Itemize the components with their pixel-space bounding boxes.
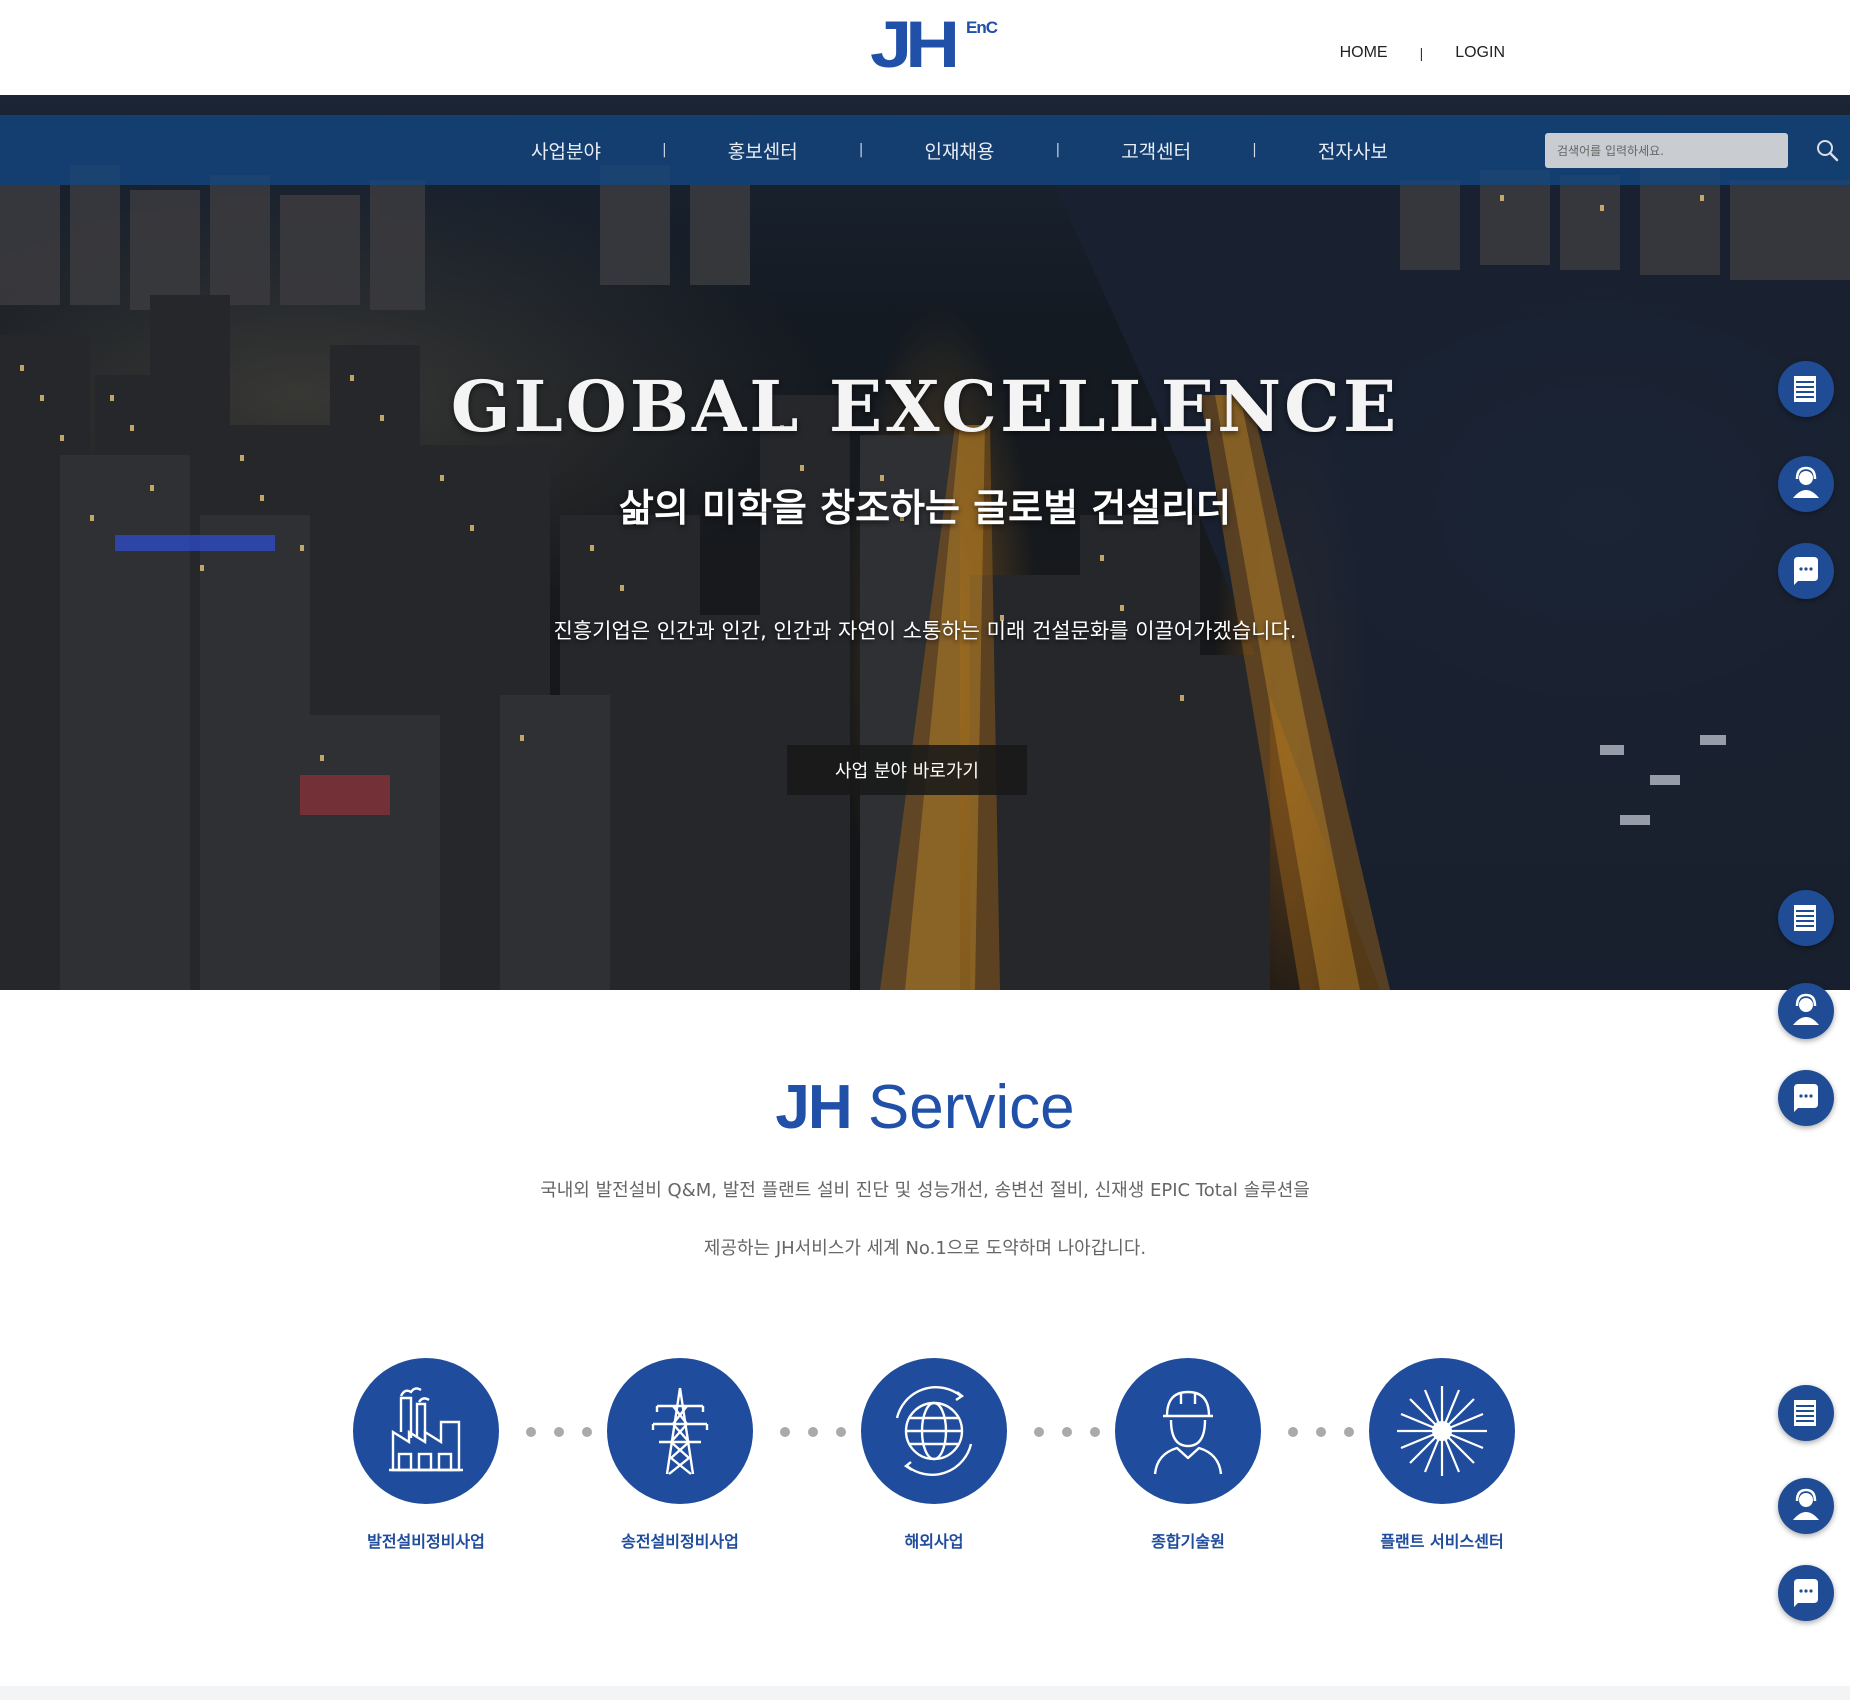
factory-icon bbox=[389, 1387, 463, 1472]
service-description-line2: 제공하는 JH서비스가 세계 No.1으로 도약하며 나아갑니다. bbox=[703, 1238, 1147, 1259]
hero-banner: 사업분야 | 홍보센터 | 인재채용 | 고객센터 | 전자사보 GLOBAL … bbox=[0, 95, 1850, 990]
service-icon-circle bbox=[353, 1358, 499, 1504]
top-links: HOME | LOGIN bbox=[1340, 44, 1505, 62]
hero-subtitle: 삶의 미학을 창조하는 글로벌 건설리더 bbox=[618, 486, 1232, 530]
turbine-icon bbox=[1397, 1386, 1487, 1476]
chat-icon bbox=[1794, 557, 1818, 585]
service-label: 플랜트 서비스센터 bbox=[1380, 1532, 1504, 1551]
counselor-icon bbox=[1793, 1488, 1819, 1520]
service-label: 종합기술원 bbox=[1151, 1532, 1225, 1551]
document-icon bbox=[1794, 1400, 1816, 1426]
home-link[interactable]: HOME bbox=[1340, 44, 1388, 62]
nav-item-business[interactable]: 사업분야 bbox=[470, 137, 662, 164]
service-title-text: Service bbox=[850, 1073, 1075, 1142]
footer-band bbox=[0, 1686, 1850, 1700]
city-night-background bbox=[0, 155, 1850, 990]
counselor-icon bbox=[1793, 993, 1819, 1025]
quick-chat-button[interactable] bbox=[1778, 1565, 1834, 1621]
service-icon-circle bbox=[1115, 1358, 1261, 1504]
quick-counsel-button[interactable] bbox=[1778, 456, 1834, 512]
business-shortcut-button[interactable]: 사업 분야 바로가기 bbox=[787, 745, 1027, 795]
document-icon bbox=[1794, 376, 1816, 402]
service-icon-circle bbox=[1369, 1358, 1515, 1504]
nav-menu: 사업분야 | 홍보센터 | 인재채용 | 고객센터 | 전자사보 bbox=[470, 115, 1449, 185]
nav-item-newsletter[interactable]: 전자사보 bbox=[1257, 137, 1449, 164]
nav-item-customer-center[interactable]: 고객센터 bbox=[1060, 137, 1252, 164]
login-link[interactable]: LOGIN bbox=[1455, 44, 1505, 62]
service-label: 해외사업 bbox=[904, 1532, 964, 1551]
service-item-tech-institute[interactable]: 종합기술원 bbox=[1115, 1358, 1261, 1552]
service-description-line1: 국내외 발전설비 Q&M, 발전 플랜트 설비 진단 및 성능개선, 송변선 절… bbox=[540, 1180, 1310, 1201]
quick-chat-button[interactable] bbox=[1778, 543, 1834, 599]
service-item-plant-service[interactable]: 플랜트 서비스센터 bbox=[1369, 1358, 1515, 1552]
quick-document-button[interactable] bbox=[1778, 361, 1834, 417]
quick-counsel-button[interactable] bbox=[1778, 983, 1834, 1039]
service-title: JH Service bbox=[0, 1072, 1850, 1143]
top-link-separator: | bbox=[1419, 45, 1424, 61]
engineer-icon bbox=[1153, 1390, 1223, 1475]
hero-title: GLOBAL EXCELLENCE bbox=[450, 365, 1400, 448]
service-item-power-maintenance[interactable]: 발전설비정비사업 bbox=[353, 1358, 499, 1552]
main-navigation: 사업분야 | 홍보센터 | 인재채용 | 고객센터 | 전자사보 bbox=[0, 115, 1850, 185]
service-label: 발전설비정비사업 bbox=[367, 1532, 485, 1551]
company-logo[interactable]: JH EnC bbox=[870, 7, 1000, 81]
quick-counsel-button[interactable] bbox=[1778, 1478, 1834, 1534]
service-item-transmission[interactable]: 송전설비정비사업 bbox=[607, 1358, 753, 1552]
service-label: 송전설비정비사업 bbox=[621, 1532, 739, 1551]
quick-document-button[interactable] bbox=[1778, 890, 1834, 946]
hero-description: 진흥기업은 인간과 인간, 인간과 자연이 소통하는 미래 건설문화를 이끌어가… bbox=[553, 619, 1297, 643]
service-icon-circle bbox=[861, 1358, 1007, 1504]
globe-icon bbox=[895, 1386, 973, 1476]
site-header: JH EnC HOME | LOGIN bbox=[0, 0, 1850, 95]
search-input[interactable] bbox=[1545, 133, 1788, 168]
document-icon bbox=[1794, 905, 1816, 931]
quick-document-button[interactable] bbox=[1778, 1385, 1834, 1441]
transmission-tower-icon bbox=[651, 1387, 709, 1475]
service-icon-circle bbox=[607, 1358, 753, 1504]
counselor-icon bbox=[1793, 466, 1819, 498]
service-title-brand: JH bbox=[775, 1073, 852, 1142]
nav-item-pr-center[interactable]: 홍보센터 bbox=[667, 137, 859, 164]
service-list: 발전설비정비사업 송전설비정비사업 해외사업 종합기술원 플랜트 서비스센터 bbox=[353, 1358, 1515, 1551]
logo-mark: JH bbox=[870, 7, 960, 81]
nav-item-recruit[interactable]: 인재채용 bbox=[863, 137, 1055, 164]
search-icon[interactable] bbox=[1815, 138, 1839, 162]
service-item-overseas[interactable]: 해외사업 bbox=[861, 1358, 1007, 1552]
chat-icon bbox=[1794, 1579, 1818, 1607]
logo-suffix: EnC bbox=[966, 18, 998, 37]
